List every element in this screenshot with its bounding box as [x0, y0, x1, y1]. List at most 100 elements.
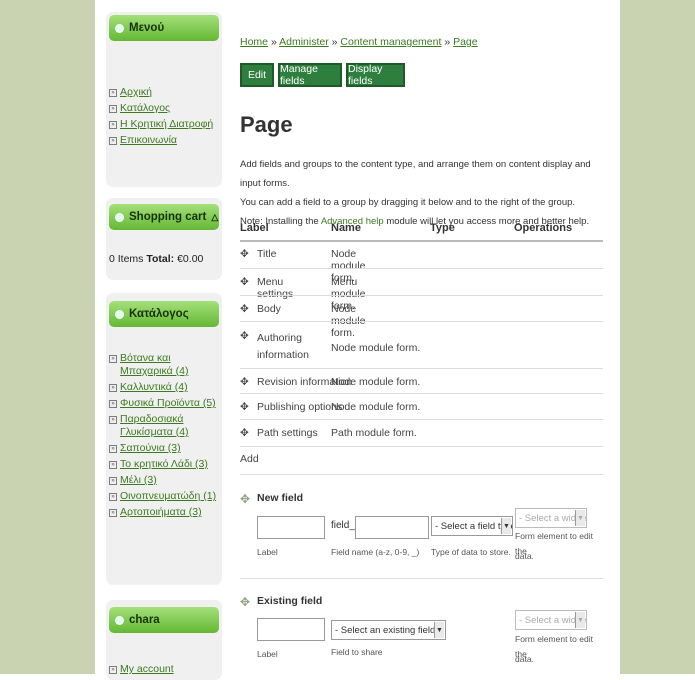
row-name: Path module form. [331, 427, 417, 439]
catalog-item[interactable]: » Οινοπνευματώδη (1) [109, 490, 222, 503]
breadcrumb-content-management[interactable]: Content management [340, 36, 441, 48]
existing-field-caption: Field to share [331, 647, 383, 657]
cart-block-title: Shopping cart [129, 211, 207, 223]
catalog-block: Κατάλογος » Βότανα και Μπαχαρικά (4) » Καλ… [106, 293, 222, 585]
catalog-item[interactable]: » Το κρητικό Λάδι (3) [109, 458, 222, 471]
catalog-link[interactable]: Σαπούνια (3) [120, 442, 181, 455]
user-block-title: chara [129, 614, 160, 626]
radio-icon [115, 212, 124, 222]
menu-block-header: Μενού [109, 15, 219, 41]
catalog-item[interactable]: » Φυσικά Προϊόντα (5) [109, 397, 222, 410]
tab-manage-fields[interactable]: Manage fields [278, 63, 342, 87]
menu-item[interactable]: » Η Κρητική Διατροφή [109, 118, 222, 131]
widget-caption: data. [515, 654, 534, 664]
new-field-label-input[interactable] [257, 516, 325, 539]
row-name: Node module form. [331, 342, 421, 354]
row-divider [240, 295, 603, 296]
new-field-title: New field [257, 492, 304, 504]
header-divider [240, 240, 603, 242]
bullet-icon: » [109, 89, 117, 97]
drag-handle-icon[interactable]: ✥ [240, 595, 250, 609]
bullet-icon: » [109, 461, 117, 469]
menu-block-title: Μενού [129, 22, 165, 34]
table-header: Label Name Type Operations [240, 222, 603, 240]
menu-item[interactable]: » Αρχική [109, 86, 222, 99]
drag-handle-icon[interactable]: ✥ [240, 303, 249, 315]
catalog-list: » Βότανα και Μπαχαρικά (4) » Καλλυντικά (4… [106, 352, 222, 519]
catalog-link[interactable]: Βότανα και Μπαχαρικά (4) [120, 352, 222, 378]
header-name: Name [331, 222, 361, 234]
breadcrumb-home[interactable]: Home [240, 36, 268, 48]
row-label: Title [257, 248, 277, 260]
bullet-icon: » [109, 477, 117, 485]
intro-line: You can add a field to a group by draggi… [240, 197, 576, 208]
cart-summary: 0 Items Total: €0.00 [109, 253, 203, 265]
menu-link[interactable]: Κατάλογος [120, 102, 170, 115]
breadcrumb-separator: » [270, 36, 277, 48]
user-menu-item[interactable]: » My account [109, 663, 222, 676]
field-type-caption: Type of data to store. [431, 547, 511, 557]
radio-icon [115, 615, 124, 625]
add-label: Add [240, 453, 259, 465]
row-divider [240, 446, 603, 447]
header-operations: Operations [514, 222, 573, 234]
catalog-item[interactable]: » Μέλι (3) [109, 474, 222, 487]
tab-display-fields[interactable]: Display fields [346, 63, 405, 87]
bullet-icon: » [109, 400, 117, 408]
cart-total-label: Total: [146, 253, 175, 265]
bullet-icon: » [109, 509, 117, 517]
menu-link[interactable]: Επικοινωνία [120, 134, 177, 147]
header-type: Type [430, 222, 455, 234]
menu-link[interactable]: Η Κρητική Διατροφή [120, 118, 213, 131]
user-menu-link[interactable]: My account [120, 663, 174, 676]
catalog-item[interactable]: » Αρτοποιήματα (3) [109, 506, 222, 519]
chevron-down-icon: ▼ [575, 510, 585, 526]
catalog-item[interactable]: » Σαπούνια (3) [109, 442, 222, 455]
breadcrumb-administer[interactable]: Administer [279, 36, 329, 48]
catalog-item[interactable]: » Παραδοσιακά Γλυκίσματα (4) [109, 413, 222, 439]
new-field-name-caption: Field name (a-z, 0-9, _) [331, 547, 420, 557]
catalog-item[interactable]: » Βότανα και Μπαχαρικά (4) [109, 352, 222, 378]
intro-text: Add fields and groups to the content typ… [240, 155, 605, 231]
row-name: Node module form. [331, 376, 421, 388]
drag-handle-icon[interactable]: ✥ [240, 427, 249, 439]
catalog-block-header: Κατάλογος [109, 301, 219, 327]
existing-field-widget-select[interactable]: - Select a widget - ▼ [515, 610, 587, 630]
existing-field-label-caption: Label [257, 649, 278, 659]
chevron-down-icon: ▼ [501, 518, 511, 534]
new-field-name-input[interactable] [355, 516, 429, 539]
field-type-select[interactable]: - Select a field type - ▼ [431, 516, 513, 536]
catalog-link[interactable]: Οινοπνευματώδη (1) [120, 490, 216, 503]
catalog-link[interactable]: Το κρητικό Λάδι (3) [120, 458, 208, 471]
bullet-icon: » [109, 384, 117, 392]
row-divider [240, 393, 603, 394]
catalog-link[interactable]: Φυσικά Προϊόντα (5) [120, 397, 216, 410]
bullet-icon: » [109, 121, 117, 129]
cart-items-count: 0 Items [109, 253, 144, 265]
menu-block: Μενού » Αρχική » Κατάλογος » Η Κρητική Διατ… [106, 12, 222, 187]
menu-link[interactable]: Αρχική [120, 86, 152, 99]
header-label: Label [240, 222, 269, 234]
drag-handle-icon[interactable]: ✥ [240, 376, 249, 388]
new-field-widget-select[interactable]: - Select a widget - ▼ [515, 508, 587, 528]
drag-handle-icon[interactable]: ✥ [240, 401, 249, 413]
catalog-link[interactable]: Καλλυντικά (4) [120, 381, 188, 394]
existing-field-select[interactable]: - Select an existing field - ▼ [331, 620, 446, 640]
bullet-icon: » [109, 105, 117, 113]
drag-handle-icon[interactable]: ✥ [240, 248, 249, 260]
bullet-icon: » [109, 493, 117, 501]
catalog-link[interactable]: Παραδοσιακά Γλυκίσματα (4) [120, 413, 222, 439]
existing-field-label-input[interactable] [257, 618, 325, 641]
drag-handle-icon[interactable]: ✥ [240, 492, 250, 506]
tab-edit[interactable]: Edit [240, 63, 274, 87]
catalog-item[interactable]: » Καλλυντικά (4) [109, 381, 222, 394]
catalog-link[interactable]: Αρτοποιήματα (3) [120, 506, 202, 519]
menu-item[interactable]: » Κατάλογος [109, 102, 222, 115]
menu-item[interactable]: » Επικοινωνία [109, 134, 222, 147]
collapse-arrow-icon[interactable]: △ [211, 212, 218, 223]
drag-handle-icon[interactable]: ✥ [240, 276, 249, 288]
drag-handle-icon[interactable]: ✥ [240, 330, 249, 342]
catalog-link[interactable]: Μέλι (3) [120, 474, 157, 487]
cart-block: Shopping cart △ 0 Items Total: €0.00 [106, 198, 222, 280]
breadcrumb-page[interactable]: Page [453, 36, 478, 48]
